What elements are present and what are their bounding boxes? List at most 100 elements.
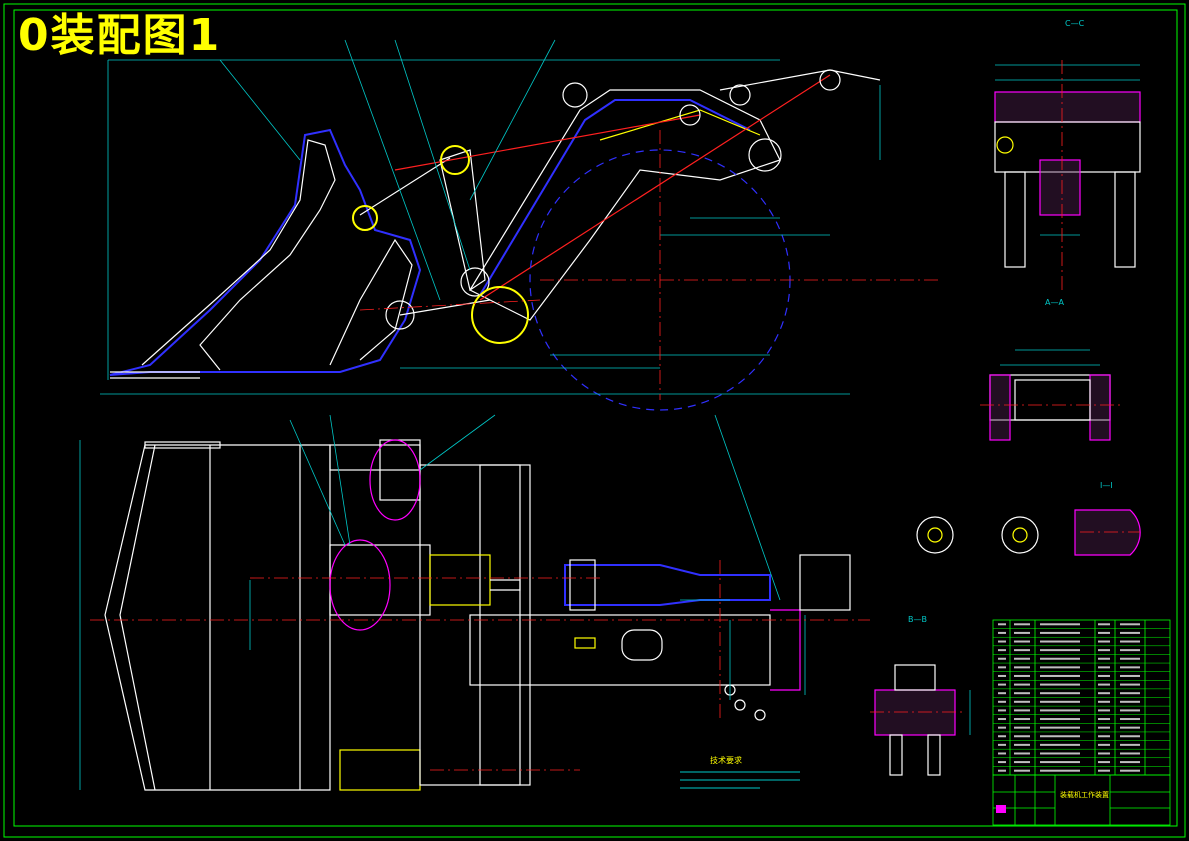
parts-list-cell-mark xyxy=(1098,726,1110,729)
parts-list-cell-mark xyxy=(998,761,1006,764)
parts-list-cell-mark xyxy=(1014,649,1030,652)
parts-list-cell-mark xyxy=(1120,700,1140,703)
parts-list-cell-mark xyxy=(1120,709,1140,712)
assembly-drawing: C—C A—A I—I B—B 技术要求 装载机工作装置 xyxy=(3,3,1186,838)
technical-notes: 技术要求 xyxy=(680,755,800,789)
detail-views: I—I xyxy=(916,481,1141,556)
parts-list-cell-mark xyxy=(1120,666,1140,669)
parts-list-cell-mark xyxy=(1098,674,1110,677)
section-b-view: B—B xyxy=(870,615,971,776)
parts-list-cell-mark xyxy=(998,752,1006,755)
parts-list-cell-mark xyxy=(998,700,1006,703)
side-view xyxy=(100,39,940,411)
frame-arms xyxy=(329,439,801,786)
parts-list-cell-mark xyxy=(1040,743,1080,746)
notes-heading: 技术要求 xyxy=(710,755,742,765)
bucket-side xyxy=(109,128,422,379)
parts-list-cell-mark xyxy=(1014,640,1030,643)
parts-list-cell-mark xyxy=(1098,623,1110,626)
parts-list-cell-mark xyxy=(998,718,1006,721)
parts-list-cell-mark xyxy=(1014,735,1030,738)
parts-list-cell-mark xyxy=(1120,674,1140,677)
parts-list-cell-mark xyxy=(998,649,1006,652)
title-block xyxy=(992,774,1171,826)
parts-list-cell-mark xyxy=(1098,657,1110,660)
parts-list-cell-mark xyxy=(1040,631,1080,634)
parts-list-cell-mark xyxy=(1120,692,1140,695)
parts-list-cell-mark xyxy=(998,709,1006,712)
parts-list-cell-mark xyxy=(1040,718,1080,721)
plan-view-dimensions xyxy=(79,414,806,790)
drawing-name: 装载机工作装置 xyxy=(1060,790,1109,799)
parts-list-cell-mark xyxy=(1120,769,1140,772)
parts-list-cell-mark xyxy=(1014,726,1030,729)
parts-list-cell-mark xyxy=(1040,726,1080,729)
parts-list-cell-mark xyxy=(1120,726,1140,729)
parts-list-cell-mark xyxy=(1040,666,1080,669)
parts-list-cell-mark xyxy=(1098,743,1110,746)
parts-list-cell-mark xyxy=(1040,657,1080,660)
parts-list-cell-mark xyxy=(1098,649,1110,652)
parts-list-cell-mark xyxy=(1120,735,1140,738)
parts-list-cell-mark xyxy=(1098,761,1110,764)
parts-list-cell-mark xyxy=(1098,709,1110,712)
parts-list-cell-mark xyxy=(1040,683,1080,686)
parts-list-cell-mark xyxy=(1040,640,1080,643)
parts-list-cell-mark xyxy=(1040,700,1080,703)
parts-list-cell-mark xyxy=(998,666,1006,669)
parts-list-cell-mark xyxy=(1098,769,1110,772)
parts-list-cell-mark xyxy=(998,623,1006,626)
parts-list-cell-mark xyxy=(1040,752,1080,755)
parts-list-cell-mark xyxy=(1098,752,1110,755)
parts-list-cell-mark xyxy=(998,743,1006,746)
bucket-plan xyxy=(104,441,421,791)
parts-list-cell-mark xyxy=(1014,743,1030,746)
linkage xyxy=(359,69,881,316)
pins xyxy=(352,69,841,411)
parts-list-cell-mark xyxy=(1040,674,1080,677)
parts-list-cell-mark xyxy=(1014,692,1030,695)
parts-list-cell-mark xyxy=(1014,666,1030,669)
parts-list-cell-mark xyxy=(1120,657,1140,660)
parts-list-cell-mark xyxy=(1014,700,1030,703)
parts-list-cell-mark xyxy=(1040,692,1080,695)
page-title: 0装配图1 xyxy=(18,10,222,61)
parts-list-cell-mark xyxy=(1120,631,1140,634)
parts-list-cell-mark xyxy=(1014,657,1030,660)
parts-list-cell-mark xyxy=(1098,700,1110,703)
parts-list-cell-mark xyxy=(1098,692,1110,695)
parts-list-cell-mark xyxy=(998,657,1006,660)
parts-list-cell-mark xyxy=(1014,752,1030,755)
parts-list-cell-mark xyxy=(998,735,1006,738)
parts-list-cell-mark xyxy=(998,683,1006,686)
parts-list-cell-mark xyxy=(1098,631,1110,634)
parts-list-cell-mark xyxy=(1098,683,1110,686)
section-a-label: A—A xyxy=(1045,298,1064,307)
section-b-label: B—B xyxy=(908,615,927,624)
boom xyxy=(469,89,781,321)
parts-list-cell-mark xyxy=(1120,640,1140,643)
parts-list-cell-mark xyxy=(998,692,1006,695)
parts-list-cell-mark xyxy=(1040,735,1080,738)
parts-list-cell-mark xyxy=(1014,709,1030,712)
parts-list-cell-mark xyxy=(998,674,1006,677)
section-c-view: C—C xyxy=(994,19,1141,290)
parts-list-cell-mark xyxy=(1098,640,1110,643)
parts-list-cell-mark xyxy=(998,769,1006,772)
parts-list-cell-mark xyxy=(998,640,1006,643)
section-a-view: A—A xyxy=(980,298,1120,441)
parts-list-cell-mark xyxy=(1120,683,1140,686)
section-c-label: C—C xyxy=(1065,19,1085,28)
parts-list-cell-mark xyxy=(1098,718,1110,721)
parts-list-cell-mark xyxy=(1014,718,1030,721)
parts-list-cell-mark xyxy=(1014,761,1030,764)
parts-list-cell-mark xyxy=(1120,743,1140,746)
plan-pins xyxy=(329,439,766,721)
parts-list-cell-mark xyxy=(1014,769,1030,772)
parts-list-cell-mark xyxy=(1014,674,1030,677)
parts-list-cell-mark xyxy=(1040,709,1080,712)
parts-list-cell-mark xyxy=(1120,649,1140,652)
section-i-label: I—I xyxy=(1100,481,1113,490)
parts-list-cell-mark xyxy=(1014,683,1030,686)
parts-list-cell-mark xyxy=(1120,752,1140,755)
